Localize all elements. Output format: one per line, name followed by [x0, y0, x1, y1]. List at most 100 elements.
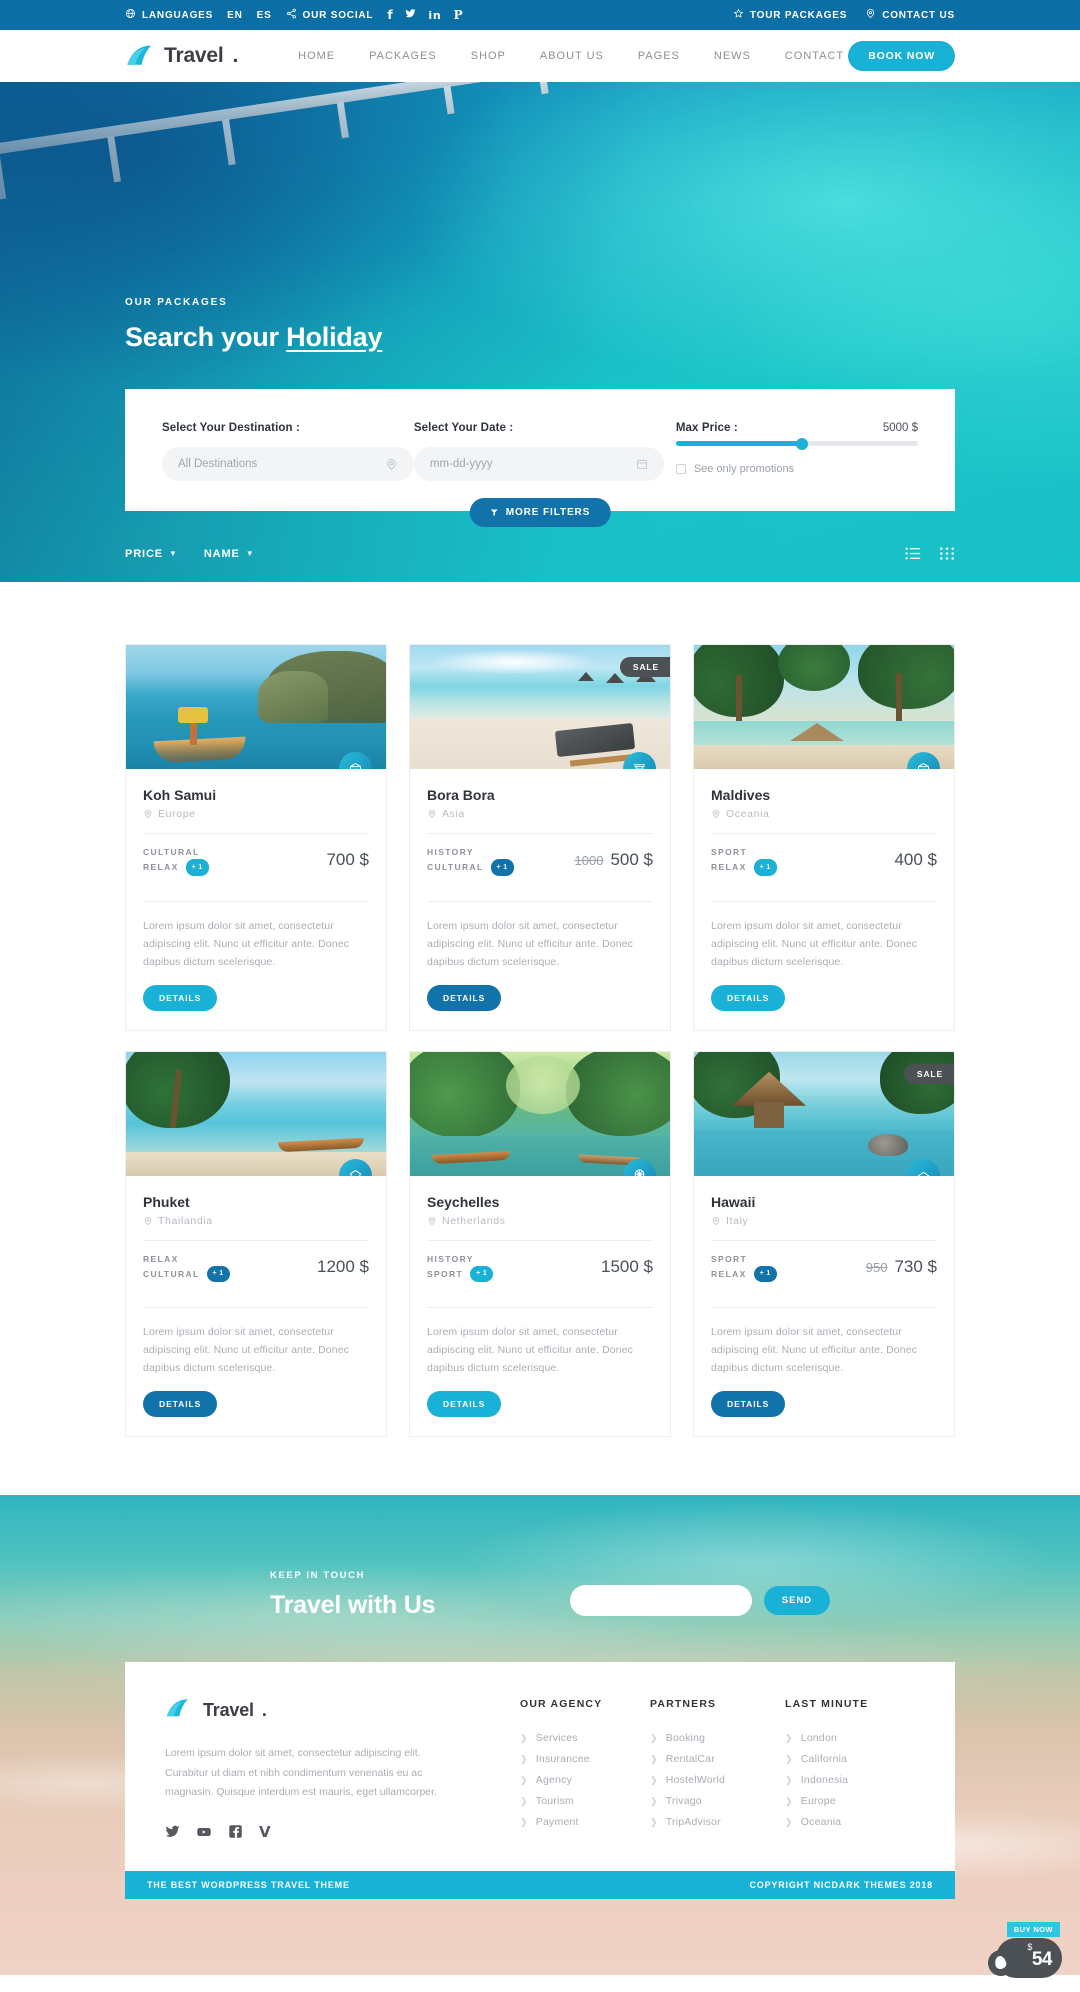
our-social-menu[interactable]: OUR SOCIAL — [286, 8, 374, 22]
more-filters-button[interactable]: MORE FILTERS — [469, 498, 611, 527]
footer-logo[interactable]: Travel . — [165, 1698, 465, 1722]
card-location: Oceania — [711, 808, 937, 820]
nav-item-packages[interactable]: PACKAGES — [369, 50, 437, 62]
footer-link[interactable]: ❯ Payment — [520, 1816, 650, 1828]
destination-input[interactable]: All Destinations — [162, 447, 414, 481]
date-input[interactable]: mm-dd-yyyy — [413, 447, 664, 481]
footer-link[interactable]: ❯ TripAdvisor — [650, 1816, 785, 1828]
buy-now-label[interactable]: BUY NOW — [1006, 1922, 1060, 1937]
calendar-icon — [636, 458, 648, 470]
extra-tags-badge[interactable]: + 1 — [753, 859, 777, 876]
list-view-icon[interactable] — [905, 547, 921, 560]
newsletter-copy: KEEP IN TOUCH Travel with Us — [270, 1570, 436, 1620]
card-body: Koh Samui Europe CULTURAL RELAX + 1 700 … — [126, 769, 386, 1030]
divider — [711, 1307, 937, 1309]
copyright-tagline: THE BEST WORDPRESS TRAVEL THEME — [147, 1879, 350, 1890]
details-button[interactable]: DETAILS — [427, 984, 502, 1011]
footer-link[interactable]: ❯ HostelWorld — [650, 1774, 785, 1786]
hero-content: OUR PACKAGES Search your Holiday Select … — [0, 297, 1080, 560]
footer-link[interactable]: ❯ Agency — [520, 1774, 650, 1786]
price-slider-handle[interactable] — [795, 437, 808, 450]
page-title: Search your Holiday — [125, 322, 955, 353]
buy-now-price: $54 — [1027, 1942, 1052, 1971]
extra-tags-badge[interactable]: + 1 — [470, 1265, 494, 1283]
details-button[interactable]: DETAILS — [143, 1391, 218, 1418]
newsletter-send-button[interactable]: SEND — [763, 1586, 830, 1616]
details-button[interactable]: DETAILS — [427, 1391, 502, 1418]
search-panel: Select Your Destination : All Destinatio… — [125, 389, 955, 527]
buy-now-widget[interactable]: BUY NOW $54 — [988, 1922, 1062, 1978]
footer-link[interactable]: ❯ Indonesia — [785, 1774, 915, 1786]
promotions-checkbox-row[interactable]: See only promotions — [675, 463, 918, 475]
card-image — [126, 645, 386, 769]
sort-by-name[interactable]: NAME ▼ — [204, 548, 255, 560]
footer-link[interactable]: ❯ California — [785, 1753, 915, 1765]
grid-view-icon[interactable] — [939, 547, 955, 560]
lang-es[interactable]: ES — [257, 10, 272, 21]
footer-link[interactable]: ❯ London — [785, 1732, 915, 1744]
nav-item-home[interactable]: HOME — [298, 50, 335, 62]
date-placeholder: mm-dd-yyyy — [429, 458, 493, 470]
utility-top-bar: LANGUAGES EN ES OUR SOCIAL f in P TOUR P… — [0, 0, 1080, 30]
card-location: Asia — [427, 808, 653, 820]
package-card[interactable]: SALE Hawaii Italy SPORT RELAX + 1 950 73… — [693, 1050, 955, 1438]
newsletter-email-input[interactable] — [569, 1585, 752, 1617]
package-card[interactable]: Phuket Thailandia RELAX CULTURAL + 1 120… — [125, 1050, 387, 1438]
footer-link[interactable]: ❯ Europe — [785, 1795, 915, 1807]
site-logo[interactable]: Travel . — [125, 44, 238, 68]
nav-item-shop[interactable]: SHOP — [471, 50, 506, 62]
extra-tags-badge[interactable]: + 1 — [206, 1265, 230, 1283]
footer-link[interactable]: ❯ Tourism — [520, 1795, 650, 1807]
footer-link-label: California — [800, 1753, 848, 1766]
extra-tags-badge[interactable]: + 1 — [490, 859, 514, 876]
divider — [143, 900, 369, 902]
extra-tags-badge[interactable]: + 1 — [753, 1265, 777, 1283]
tour-packages-link[interactable]: TOUR PACKAGES — [733, 8, 847, 22]
hero-title-underlined: Holiday — [286, 322, 383, 352]
footer-link[interactable]: ❯ Insurancee — [520, 1753, 650, 1765]
map-pin-icon — [865, 8, 876, 22]
view-mode-toggle — [905, 547, 955, 560]
youtube-icon[interactable] — [196, 1824, 212, 1840]
package-card[interactable]: SALE Bora Bora Asia HISTORY CULTURAL + 1… — [409, 644, 671, 1031]
vimeo-icon[interactable]: V — [259, 1823, 271, 1841]
package-card[interactable]: Seychelles Netherlands HISTORY SPORT + 1 — [409, 1050, 671, 1438]
twitter-icon[interactable] — [405, 8, 416, 22]
footer-link[interactable]: ❯ Booking — [650, 1732, 785, 1744]
footer-column-our-agency: OUR AGENCY ❯ Services ❯ Insurancee ❯ Agency… — [520, 1698, 650, 1840]
footer-link[interactable]: ❯ Oceania — [785, 1816, 915, 1828]
details-button[interactable]: DETAILS — [143, 984, 218, 1011]
promotions-checkbox[interactable] — [675, 464, 686, 474]
pinterest-icon[interactable]: P — [454, 8, 464, 22]
chevron-right-icon: ❯ — [650, 1816, 658, 1827]
book-now-button[interactable]: BOOK NOW — [848, 41, 955, 71]
details-button[interactable]: DETAILS — [711, 1391, 786, 1418]
date-field-group: Select Your Date : mm-dd-yyyy — [413, 422, 664, 481]
nav-item-news[interactable]: NEWS — [714, 50, 751, 62]
lang-en[interactable]: EN — [227, 10, 243, 21]
languages-menu[interactable]: LANGUAGES — [125, 8, 213, 22]
extra-tags-badge[interactable]: + 1 — [185, 859, 209, 876]
facebook-icon[interactable]: f — [387, 8, 393, 22]
nav-item-pages[interactable]: PAGES — [638, 50, 680, 62]
sort-by-price[interactable]: PRICE ▼ — [125, 548, 178, 560]
nav-item-contact[interactable]: CONTACT — [785, 50, 844, 62]
nav-item-about-us[interactable]: ABOUT US — [540, 50, 604, 62]
twitter-icon[interactable] — [165, 1824, 180, 1839]
globe-icon — [125, 8, 136, 22]
details-button[interactable]: DETAILS — [711, 984, 786, 1011]
footer-link[interactable]: ❯ Services — [520, 1732, 650, 1744]
footer-social-links: V — [165, 1823, 465, 1841]
divider — [427, 900, 653, 902]
package-card[interactable]: Maldives Oceania SPORT RELAX + 1 400 $ L… — [693, 644, 955, 1031]
footer-link[interactable]: ❯ RentalCar — [650, 1753, 785, 1765]
contact-us-link[interactable]: CONTACT US — [865, 8, 955, 22]
price-slider[interactable] — [675, 437, 918, 450]
linkedin-icon[interactable]: in — [428, 9, 441, 22]
footer-link[interactable]: ❯ Trivago — [650, 1795, 785, 1807]
card-tag: RELAX — [143, 862, 179, 873]
package-card[interactable]: Koh Samui Europe CULTURAL RELAX + 1 700 … — [125, 644, 387, 1031]
facebook-icon[interactable] — [228, 1824, 243, 1839]
footer-column-list: ❯ London ❯ California ❯ Indonesia ❯ Europe ❯… — [785, 1732, 915, 1828]
card-price-current: 730 $ — [894, 1256, 937, 1276]
